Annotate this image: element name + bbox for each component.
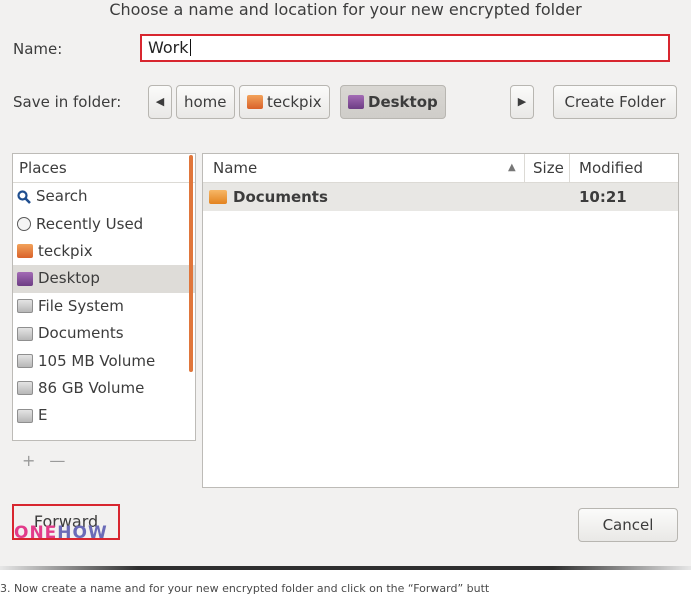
column-size-header[interactable]: Size	[533, 154, 564, 182]
place-label: Recently Used	[36, 214, 144, 233]
cancel-button[interactable]: Cancel	[578, 508, 678, 542]
file-list: Name ▲ Size Modified Documents 10:21	[202, 153, 679, 488]
drive-icon	[17, 381, 33, 396]
search-icon	[17, 190, 31, 204]
forward-button[interactable]: Forward	[12, 504, 120, 540]
create-encrypted-folder-dialog: Choose a name and location for your new …	[0, 0, 691, 567]
home-folder-icon	[17, 244, 33, 259]
create-folder-button[interactable]: Create Folder	[553, 85, 677, 119]
dialog-title: Choose a name and location for your new …	[109, 0, 582, 19]
name-input[interactable]: Work	[140, 34, 670, 62]
path-segment-home[interactable]: home	[176, 85, 235, 119]
chevron-left-icon: ◀	[155, 95, 165, 108]
tutorial-caption: 3. Now create a name and for your new en…	[0, 582, 490, 595]
path-segment-label: home	[184, 93, 227, 111]
text-caret	[189, 39, 191, 56]
place-label: teckpix	[38, 241, 93, 260]
column-name-header[interactable]: Name	[213, 154, 257, 182]
path-segment-desktop[interactable]: Desktop	[340, 85, 446, 119]
chevron-right-icon: ▶	[517, 95, 527, 108]
clock-icon	[17, 217, 31, 232]
path-back-button[interactable]: ◀	[148, 85, 172, 119]
window-bottom-edge	[0, 566, 691, 570]
path-segment-label: teckpix	[267, 93, 322, 111]
place-file-system[interactable]: File System	[13, 293, 195, 320]
place-documents[interactable]: Documents	[13, 320, 195, 347]
place-86gb-volume[interactable]: 86 GB Volume	[13, 375, 195, 402]
file-name: Documents	[233, 188, 328, 206]
file-modified: 10:21	[579, 188, 627, 206]
places-add-remove: + —	[22, 451, 65, 470]
places-sidebar: Places Search Recently Used teckpix Desk…	[12, 153, 196, 441]
place-label: Documents	[38, 324, 124, 343]
home-folder-icon	[247, 95, 263, 109]
path-segment-label: Desktop	[368, 93, 438, 111]
drive-icon	[17, 326, 33, 341]
drive-icon	[17, 354, 33, 369]
place-105mb-volume[interactable]: 105 MB Volume	[13, 347, 195, 374]
file-list-header: Name ▲ Size Modified	[203, 154, 678, 183]
places-header[interactable]: Places	[13, 154, 195, 183]
drive-icon	[17, 299, 33, 314]
add-place-button[interactable]: +	[22, 451, 35, 470]
remove-place-button[interactable]: —	[49, 451, 65, 470]
path-segment-teckpix[interactable]: teckpix	[239, 85, 330, 119]
save-in-folder-label: Save in folder:	[13, 93, 122, 111]
place-search[interactable]: Search	[13, 183, 195, 210]
place-label: File System	[38, 296, 124, 315]
table-row[interactable]: Documents 10:21	[203, 183, 678, 211]
name-label: Name:	[13, 40, 63, 58]
path-forward-button[interactable]: ▶	[510, 85, 534, 119]
places-scrollbar[interactable]	[189, 155, 193, 372]
place-label: 86 GB Volume	[38, 378, 145, 397]
desktop-folder-icon	[348, 95, 364, 109]
place-teckpix[interactable]: teckpix	[13, 238, 195, 265]
place-label: Search	[36, 187, 88, 206]
place-label: Desktop	[38, 269, 100, 288]
column-modified-header[interactable]: Modified	[579, 154, 643, 182]
sort-ascending-icon: ▲	[508, 162, 516, 173]
place-e[interactable]: E	[13, 402, 195, 429]
place-recently-used[interactable]: Recently Used	[13, 210, 195, 237]
name-input-value: Work	[148, 38, 189, 57]
folder-icon	[209, 190, 227, 204]
place-label: 105 MB Volume	[38, 351, 156, 370]
desktop-folder-icon	[17, 271, 33, 286]
place-desktop[interactable]: Desktop	[13, 265, 195, 293]
drive-icon	[17, 408, 33, 423]
place-label: E	[38, 406, 48, 425]
